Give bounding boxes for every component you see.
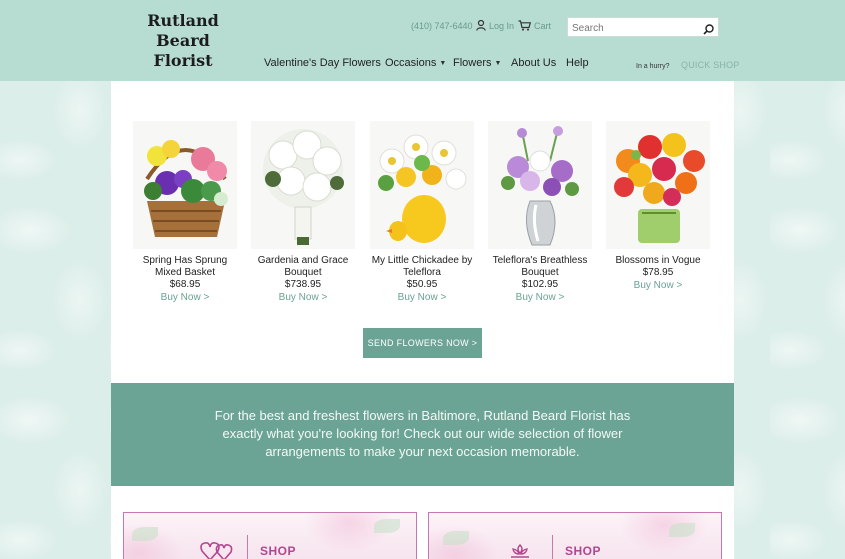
buy-now-link[interactable]: Buy Now > bbox=[126, 291, 244, 304]
user-icon bbox=[476, 20, 486, 31]
nav-label: Flowers bbox=[453, 57, 492, 69]
product-image[interactable] bbox=[488, 121, 592, 249]
product-name: Spring Has Sprung Mixed Basket bbox=[126, 255, 244, 279]
buy-now-link[interactable]: Buy Now > bbox=[481, 291, 599, 304]
cart-label: Cart bbox=[534, 20, 552, 31]
product-name-line: Blossoms in Vogue bbox=[615, 255, 701, 266]
product-name-line: Gardenia and Grace bbox=[257, 255, 349, 266]
chevron-down-icon: ▼ bbox=[494, 59, 502, 67]
product-image[interactable] bbox=[370, 121, 474, 249]
phone-number[interactable]: (410) 747-6440 bbox=[411, 21, 473, 31]
decorative-bloom bbox=[619, 513, 709, 555]
shop-label: SHOP bbox=[260, 544, 297, 558]
product-name: Teleflora's Breathless Bouquet bbox=[481, 255, 599, 279]
product-card[interactable]: Teleflora's Breathless Bouquet $102.95 B… bbox=[481, 121, 599, 304]
product-name-line: My Little Chickadee by bbox=[371, 255, 473, 266]
card-divider bbox=[247, 535, 248, 559]
hurry-label: In a hurry? bbox=[636, 63, 670, 70]
intro-band: For the best and freshest flowers in Bal… bbox=[111, 383, 734, 486]
product-price: $68.95 bbox=[169, 279, 201, 290]
product-price: $50.95 bbox=[406, 279, 438, 290]
card-divider bbox=[552, 535, 553, 559]
nav-occasions[interactable]: Occasions ▼ bbox=[385, 57, 446, 69]
product-card[interactable]: My Little Chickadee by Teleflora $50.95 … bbox=[363, 121, 481, 304]
cart-link[interactable]: Cart bbox=[518, 20, 551, 31]
product-name-line: Teleflora's Breathless bbox=[492, 255, 588, 266]
decorative-leaf bbox=[443, 531, 469, 545]
quick-shop-link[interactable]: QUICK SHOP bbox=[681, 60, 740, 70]
search-box bbox=[567, 17, 719, 40]
site-header: Rutland Beard Florist (410) 747-6440 Log… bbox=[0, 0, 845, 81]
cart-icon bbox=[518, 20, 531, 31]
shop-label: SHOP bbox=[565, 544, 602, 558]
product-name: Blossoms in Vogue bbox=[599, 255, 717, 267]
product-name-line: Spring Has Sprung bbox=[142, 255, 228, 266]
nav-flowers[interactable]: Flowers ▼ bbox=[453, 57, 501, 69]
buy-now-link[interactable]: Buy Now > bbox=[244, 291, 362, 304]
flower-icon bbox=[505, 541, 535, 559]
login-link[interactable]: Log In bbox=[476, 20, 514, 31]
decorative-leaf bbox=[374, 519, 400, 533]
decorative-leaf bbox=[669, 523, 695, 537]
product-card[interactable]: Blossoms in Vogue $78.95 Buy Now > bbox=[599, 121, 717, 292]
shop-cards-section: SHOP SHOP bbox=[111, 486, 734, 559]
product-name-line: Bouquet bbox=[284, 267, 322, 278]
product-card[interactable]: Spring Has Sprung Mixed Basket $68.95 Bu… bbox=[126, 121, 244, 304]
nav-help[interactable]: Help bbox=[566, 57, 589, 69]
product-image[interactable] bbox=[251, 121, 355, 249]
login-label: Log In bbox=[489, 20, 515, 31]
logo-line-1: Rutland Beard bbox=[147, 11, 219, 50]
product-name-line: Bouquet bbox=[521, 267, 559, 278]
product-name-line: Teleflora bbox=[403, 267, 441, 278]
chevron-down-icon: ▼ bbox=[439, 59, 447, 67]
product-price: $78.95 bbox=[642, 267, 674, 278]
send-flowers-now-button[interactable]: SEND FLOWERS NOW > bbox=[363, 328, 482, 358]
nav-label: About Us bbox=[511, 57, 557, 69]
search-icon[interactable] bbox=[703, 22, 714, 40]
product-price: $102.95 bbox=[521, 279, 559, 290]
shop-card-flowers[interactable]: SHOP bbox=[428, 512, 722, 559]
intro-text: For the best and freshest flowers in Bal… bbox=[214, 408, 631, 459]
featured-products-panel: Spring Has Sprung Mixed Basket $68.95 Bu… bbox=[111, 81, 734, 383]
product-image[interactable] bbox=[606, 121, 710, 249]
nav-about-us[interactable]: About Us bbox=[511, 57, 556, 69]
product-name: Gardenia and Grace Bouquet bbox=[244, 255, 362, 279]
product-name-line: Mixed Basket bbox=[154, 267, 216, 278]
nav-valentines-day-flowers[interactable]: Valentine's Day Flowers bbox=[264, 57, 381, 69]
product-price: $738.95 bbox=[284, 279, 322, 290]
product-card[interactable]: Gardenia and Grace Bouquet $738.95 Buy N… bbox=[244, 121, 362, 304]
product-name: My Little Chickadee by Teleflora bbox=[363, 255, 481, 279]
nav-label: Occasions bbox=[385, 57, 437, 69]
nav-label: Help bbox=[566, 57, 589, 69]
heart-icon bbox=[200, 541, 234, 559]
nav-label: Valentine's Day Flowers bbox=[264, 57, 381, 69]
search-input[interactable] bbox=[568, 19, 696, 38]
buy-now-link[interactable]: Buy Now > bbox=[363, 291, 481, 304]
shop-card-love[interactable]: SHOP bbox=[123, 512, 417, 559]
decorative-leaf bbox=[132, 527, 158, 541]
buy-now-link[interactable]: Buy Now > bbox=[599, 279, 717, 292]
product-image[interactable] bbox=[133, 121, 237, 249]
